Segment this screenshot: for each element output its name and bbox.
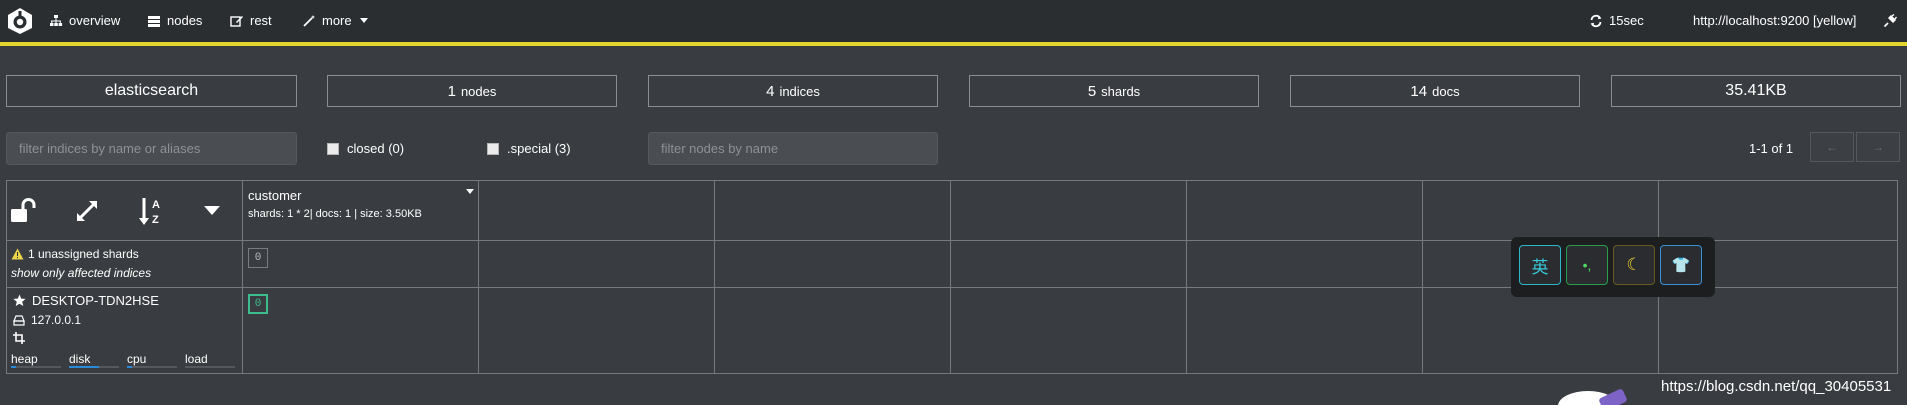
nav-more-dropdown[interactable]: more [302,13,368,28]
metric-heap-bar [11,366,61,368]
indices-unit: indices [779,83,820,99]
nav-overview[interactable]: overview [49,13,120,28]
pagination-next-button[interactable]: → [1856,132,1900,162]
refresh-interval-label: 15sec [1609,13,1644,28]
nodes-unit: nodes [460,83,497,99]
grid-line [6,180,7,373]
top-navbar: overview nodes rest more 15sec http://lo… [0,0,1907,42]
nodes-count: 1 [447,82,456,100]
metric-heap-fill [11,366,16,368]
metric-disk-bar [69,366,119,368]
caret-down-icon[interactable] [204,206,220,215]
nav-overview-label: overview [69,13,121,28]
metric-heap-label: heap [11,352,38,366]
grid-line [714,180,715,373]
metric-cpu-bar [127,366,177,368]
grid-line [1186,180,1187,373]
grid-line [6,180,1898,181]
primary-shard[interactable]: 0 [248,294,268,314]
ime-lang-key[interactable]: 英 [1519,245,1561,285]
caret-down-icon [359,18,368,23]
edit-icon [230,15,243,27]
stat-size: 35.41KB [1611,75,1901,107]
svg-text:Z: Z [152,214,159,226]
ime-skin-key[interactable]: 👕 [1660,245,1702,285]
nav-more-label: more [322,13,352,28]
unassigned-warning: 1 unassigned shards [11,247,139,261]
stat-nodes: 1 nodes [327,75,617,107]
metric-cpu-label: cpu [127,352,147,366]
total-size: 35.41KB [1725,82,1787,99]
plug-icon[interactable] [1883,14,1897,28]
watermark: https://blog.csdn.net/qq_30405531 [1661,378,1892,395]
grid-line [1897,180,1898,373]
docs-unit: docs [1432,83,1460,99]
decorative-shape [1598,388,1628,405]
node-ip: 127.0.0.1 [13,313,81,327]
expand-icon[interactable] [75,199,99,223]
metric-load-label: load [185,352,208,366]
cluster-url[interactable]: http://localhost:9200 [yellow] [1693,13,1856,28]
grid-line [242,180,243,373]
metric-cpu-fill [127,366,132,368]
cluster-name: elasticsearch [104,82,199,99]
nav-nodes[interactable]: nodes [147,13,202,28]
pagination-prev-button[interactable]: ← [1810,132,1854,162]
ime-punct-key[interactable]: •, [1566,245,1608,285]
node-ip-label: 127.0.0.1 [31,313,82,327]
metric-disk-fill [69,366,99,368]
hdd-icon [13,314,25,326]
index-menu-caret-icon[interactable] [466,189,474,194]
unassigned-shard[interactable]: 0 [248,248,268,268]
svg-text:A: A [152,199,160,211]
special-checkbox[interactable] [487,143,499,155]
indices-count: 4 [766,82,775,100]
filter-nodes-input[interactable] [648,132,938,165]
warning-icon [11,248,24,260]
closed-checkbox-label: closed (0) [347,141,405,156]
stat-shards: 5 shards [969,75,1259,107]
grid-line [1422,180,1423,373]
crop-icon[interactable] [13,332,25,344]
metric-load-bar [185,366,235,368]
index-name[interactable]: customer [248,188,301,203]
refresh-icon [1590,14,1602,27]
sitemap-icon [50,14,63,26]
filter-indices-input[interactable] [6,132,297,165]
stat-cluster-name: elasticsearch [6,75,297,107]
refresh-interval-dropdown[interactable]: 15sec [1589,13,1644,28]
index-info: shards: 1 * 2| docs: 1 | size: 3.50KB [248,208,422,220]
nav-rest-label: rest [250,13,272,28]
unassigned-label: 1 unassigned shards [28,247,139,261]
cluster-url-label: http://localhost:9200 [yellow] [1693,13,1857,28]
ime-moon-key[interactable]: ☾ [1613,245,1655,285]
stat-indices: 4 indices [648,75,938,107]
star-icon [13,294,26,306]
grid-line [950,180,951,373]
stat-docs: 14 docs [1290,75,1580,107]
docs-count: 14 [1410,82,1428,100]
nav-nodes-label: nodes [167,13,203,28]
metric-disk-label: disk [69,352,91,366]
closed-checkbox[interactable] [327,143,339,155]
node-name[interactable]: DESKTOP-TDN2HSE [13,293,159,308]
magic-wand-icon [303,14,315,27]
unlock-icon[interactable] [10,198,38,224]
nav-rest[interactable]: rest [230,13,272,28]
node-name-label: DESKTOP-TDN2HSE [32,293,159,308]
cluster-status-stripe [0,42,1907,46]
app-logo-icon[interactable] [6,7,34,35]
grid-line [6,373,1898,374]
pagination-range: 1-1 of 1 [1749,141,1794,156]
shards-count: 5 [1087,82,1097,100]
ime-toolbar: 英 •, ☾ 👕 [1511,237,1715,297]
sort-alpha-icon[interactable]: A Z [139,196,165,226]
special-checkbox-label: .special (3) [507,141,571,156]
grid-line [478,180,479,373]
shards-unit: shards [1101,83,1141,99]
show-affected-link[interactable]: show only affected indices [11,266,151,280]
server-icon [148,15,160,27]
